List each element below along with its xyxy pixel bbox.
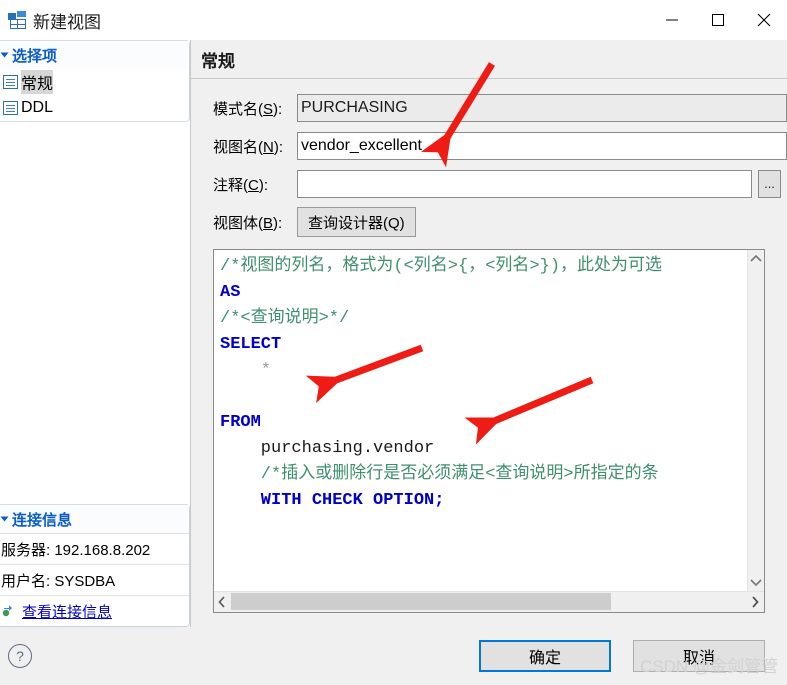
sql-line-with-check-option: WITH CHECK OPTION; <box>220 491 445 510</box>
chevron-down-icon <box>0 52 9 58</box>
document-list-icon <box>3 101 18 115</box>
window-title: 新建视图 <box>33 12 101 32</box>
sql-line-star: * <box>220 361 272 380</box>
scroll-left-icon <box>218 596 225 608</box>
connection-server-row: 服务器: 192.168.8.202 <box>0 533 189 564</box>
connection-icon <box>2 604 18 619</box>
view-body-row: 视图体(B): 查询设计器(Q) <box>191 203 787 241</box>
sql-line-comment-2: /*<查询说明>*/ <box>220 309 350 328</box>
sidebar-item-general-label: 常规 <box>21 70 54 94</box>
sql-line-from: FROM <box>220 413 261 432</box>
scroll-down-icon[interactable] <box>750 577 762 587</box>
view-name-label: 视图名(N): <box>213 138 284 156</box>
options-section: 选择项 常规 DDL <box>0 40 190 122</box>
editor-horizontal-scrollbar[interactable] <box>214 591 764 612</box>
comment-label: 注释(C): <box>213 176 269 194</box>
window-controls <box>649 0 787 40</box>
minimize-button[interactable] <box>649 0 695 40</box>
schema-name-input[interactable] <box>297 94 787 122</box>
chevron-down-icon <box>0 516 9 522</box>
maximize-button[interactable] <box>695 0 741 40</box>
sql-line-comment-3: /*插入或删除行是否必须满足<查询说明>所指定的条 <box>220 465 659 484</box>
maximize-icon <box>712 14 724 26</box>
view-name-row: 视图名(N): <box>191 127 787 165</box>
dialog-body: 选择项 常规 DDL 连接信息 服务器: 192.168.8.202 用户名: … <box>0 40 787 627</box>
editor-bottom-spacer <box>191 613 787 627</box>
sql-line-table: purchasing.vendor <box>220 439 435 458</box>
minimize-icon <box>666 19 678 21</box>
close-button[interactable] <box>741 0 787 40</box>
view-name-input[interactable] <box>297 132 787 160</box>
sql-line-as: AS <box>220 283 241 302</box>
view-connection-info-row[interactable]: 查看连接信息 <box>0 595 189 626</box>
connection-section-title: 连接信息 <box>12 511 73 529</box>
title-bar: 新建视图 <box>0 0 787 40</box>
schema-name-label: 模式名(S): <box>213 100 283 118</box>
sidebar-item-ddl-label: DDL <box>21 99 54 116</box>
view-body-label: 视图体(B): <box>213 214 283 232</box>
scroll-left-button[interactable] <box>214 592 231 612</box>
options-section-title: 选择项 <box>12 47 58 65</box>
scroll-right-icon <box>752 596 759 608</box>
sql-line-comment-1: /*视图的列名，格式为(<列名>{，<列名>})，此处为可选 <box>220 257 663 276</box>
sql-line-select: SELECT <box>220 335 282 354</box>
connection-username-row: 用户名: SYSDBA <box>0 564 189 595</box>
ok-button[interactable]: 确定 <box>479 640 611 672</box>
main-panel: 常规 模式名(S): 视图名(N): 注释(C): ... 视图体(B): <box>190 40 787 627</box>
editor-vertical-scrollbar[interactable] <box>747 250 764 591</box>
view-connection-info-link[interactable]: 查看连接信息 <box>22 601 112 622</box>
dialog-footer: ? 确定 取消 <box>0 627 787 685</box>
sidebar: 选择项 常规 DDL 连接信息 服务器: 192.168.8.202 用户名: … <box>0 40 190 627</box>
comment-browse-button[interactable]: ... <box>758 170 781 198</box>
horizontal-scroll-track[interactable] <box>231 592 747 612</box>
query-designer-button[interactable]: 查询设计器(Q) <box>297 207 416 237</box>
panel-title: 常规 <box>191 40 787 79</box>
close-icon <box>757 13 771 27</box>
sql-editor-body: /*视图的列名，格式为(<列名>{，<列名>})，此处为可选 AS /*<查询说… <box>214 250 764 591</box>
sql-code-area[interactable]: /*视图的列名，格式为(<列名>{，<列名>})，此处为可选 AS /*<查询说… <box>214 250 747 591</box>
scroll-right-button[interactable] <box>747 592 764 612</box>
scroll-up-icon[interactable] <box>750 254 762 264</box>
sidebar-item-ddl[interactable]: DDL <box>0 95 189 121</box>
new-view-dialog: 新建视图 选择项 常规 DDL 连接信息 服务器: 192.168.8.202 … <box>0 0 787 685</box>
cancel-button[interactable]: 取消 <box>633 640 765 672</box>
connection-section: 连接信息 服务器: 192.168.8.202 用户名: SYSDBA 查看连接… <box>0 504 190 627</box>
horizontal-scroll-thumb[interactable] <box>231 593 611 610</box>
options-section-header[interactable]: 选择项 <box>0 41 189 69</box>
comment-row: 注释(C): ... <box>191 165 787 203</box>
document-list-icon <box>3 75 18 89</box>
help-icon[interactable]: ? <box>8 644 32 668</box>
new-view-icon <box>8 11 26 29</box>
form-area: 模式名(S): 视图名(N): 注释(C): ... 视图体(B): 查询设计器… <box>191 79 787 241</box>
connection-section-header[interactable]: 连接信息 <box>0 505 189 533</box>
comment-input[interactable] <box>297 170 752 198</box>
sidebar-item-general[interactable]: 常规 <box>0 69 189 95</box>
schema-name-row: 模式名(S): <box>191 89 787 127</box>
sql-editor: /*视图的列名，格式为(<列名>{，<列名>})，此处为可选 AS /*<查询说… <box>213 249 765 613</box>
